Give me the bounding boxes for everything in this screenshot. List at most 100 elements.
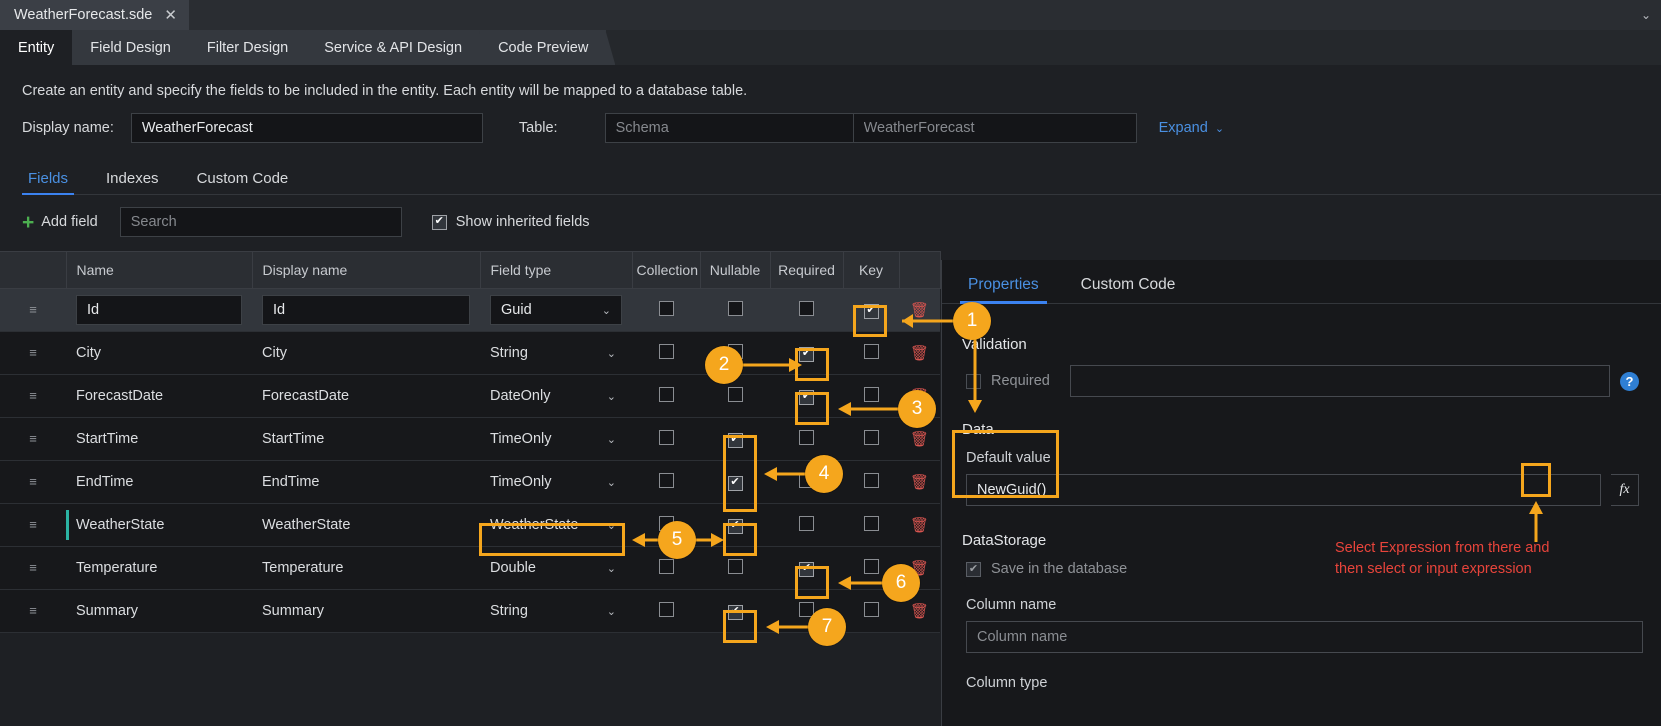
nullable-checkbox[interactable]	[727, 386, 743, 402]
table-row[interactable]: ≡TemperatureTemperatureDouble⌄🗑	[0, 546, 940, 590]
field-name-input[interactable]	[76, 295, 242, 325]
tab-entity[interactable]: Entity	[0, 30, 82, 65]
tab-service-api-design[interactable]: Service & API Design	[306, 30, 490, 65]
tab-field-design[interactable]: Field Design	[72, 30, 198, 65]
trash-icon[interactable]: 🗑	[910, 302, 929, 319]
show-inherited-fields-toggle[interactable]: Show inherited fields	[431, 214, 590, 230]
field-type-select[interactable]: Double ⌄	[490, 560, 622, 576]
collection-checkbox[interactable]	[658, 386, 674, 402]
drag-handle-icon[interactable]: ≡	[0, 561, 66, 575]
table-row[interactable]: ≡ForecastDateForecastDateDateOnly⌄🗑	[0, 374, 940, 418]
expand-button[interactable]: Expand ⌄	[1159, 120, 1225, 136]
drag-handle-icon[interactable]: ≡	[0, 432, 66, 446]
help-icon[interactable]: ?	[1620, 371, 1639, 391]
collection-checkbox[interactable]	[658, 558, 674, 574]
trash-icon[interactable]: 🗑	[910, 345, 929, 362]
key-checkbox[interactable]	[863, 515, 879, 531]
field-type-select[interactable]: WeatherState ⌄	[490, 517, 622, 533]
table-row[interactable]: ≡ WeatherState WeatherState WeatherState ⌄ 🗑	[0, 503, 940, 547]
subtab-custom-code[interactable]: Custom Code	[191, 170, 295, 194]
field-type-select[interactable]: TimeOnly ⌄	[490, 474, 622, 490]
drag-handle-icon[interactable]: ≡	[0, 475, 66, 489]
col-collection[interactable]: Collection	[632, 251, 701, 289]
nullable-checkbox[interactable]	[727, 300, 743, 316]
column-name-input[interactable]	[966, 621, 1643, 653]
drag-handle-icon[interactable]: ≡	[0, 389, 66, 403]
table-row[interactable]: ≡ Summary Summary String ⌄ 🗑	[0, 589, 940, 633]
display-name-input[interactable]	[130, 113, 483, 143]
collection-checkbox[interactable]	[658, 343, 674, 359]
chevron-down-icon[interactable]: ⌄	[607, 605, 616, 618]
nullable-checkbox[interactable]	[727, 604, 743, 620]
key-checkbox[interactable]	[863, 343, 879, 359]
field-type-select[interactable]: Guid ⌄	[490, 295, 622, 325]
col-required[interactable]: Required	[770, 251, 844, 289]
required-checkbox[interactable]	[799, 561, 814, 577]
col-display-name[interactable]: Display name	[252, 251, 481, 289]
schema-input[interactable]	[604, 113, 853, 143]
field-type-select[interactable]: TimeOnly ⌄	[490, 431, 622, 447]
collection-checkbox[interactable]	[658, 472, 674, 488]
drag-handle-icon[interactable]: ≡	[0, 303, 66, 317]
collection-checkbox[interactable]	[658, 601, 674, 617]
required-checkbox[interactable]	[799, 300, 814, 316]
nullable-checkbox[interactable]	[727, 518, 743, 534]
tab-custom-code[interactable]: Custom Code	[1075, 276, 1182, 303]
close-icon[interactable]: ✕	[164, 8, 177, 23]
table-row[interactable]: ≡ Guid ⌄ 🗑	[0, 288, 940, 332]
key-checkbox[interactable]	[863, 303, 879, 319]
required-checkbox[interactable]	[799, 429, 814, 445]
col-nullable[interactable]: Nullable	[700, 251, 771, 289]
trash-icon[interactable]: 🗑	[910, 517, 929, 534]
chevron-down-icon[interactable]: ⌄	[607, 476, 616, 489]
checkbox-icon[interactable]	[431, 214, 447, 230]
chevron-down-icon[interactable]: ⌄	[607, 433, 616, 446]
trash-icon[interactable]: 🗑	[910, 431, 929, 448]
nullable-checkbox[interactable]	[727, 475, 743, 491]
table-row[interactable]: ≡ City City String ⌄ 🗑	[0, 331, 940, 375]
chevron-down-icon[interactable]: ⌄	[607, 347, 616, 360]
drag-handle-icon[interactable]: ≡	[0, 604, 66, 618]
table-row[interactable]: ≡ StartTime StartTime TimeOnly ⌄ 🗑	[0, 417, 940, 461]
required-checkbox[interactable]	[966, 373, 981, 389]
col-name[interactable]: Name	[66, 251, 253, 289]
key-checkbox[interactable]	[863, 601, 879, 617]
save-in-database-checkbox[interactable]	[966, 561, 981, 577]
trash-icon[interactable]: 🗑	[910, 603, 929, 620]
tab-code-preview[interactable]: Code Preview	[480, 30, 616, 65]
nullable-checkbox[interactable]	[727, 432, 743, 448]
search-input[interactable]	[119, 207, 402, 237]
nullable-checkbox[interactable]	[727, 558, 743, 574]
key-checkbox[interactable]	[863, 472, 879, 488]
document-tab-weatherforecast[interactable]: WeatherForecast.sde ✕	[0, 0, 189, 30]
required-checkbox[interactable]	[799, 515, 814, 531]
default-value-input[interactable]	[966, 474, 1601, 506]
drag-handle-icon[interactable]: ≡	[0, 518, 66, 532]
field-display-name-input[interactable]	[262, 295, 470, 325]
subtab-fields[interactable]: Fields	[22, 170, 75, 195]
chevron-down-icon[interactable]: ⌄	[602, 304, 611, 317]
tab-filter-design[interactable]: Filter Design	[188, 30, 316, 65]
chevron-down-icon[interactable]: ⌄	[607, 390, 616, 403]
collection-checkbox[interactable]	[658, 300, 674, 316]
trash-icon[interactable]: 🗑	[910, 474, 929, 491]
tab-properties[interactable]: Properties	[960, 276, 1047, 304]
field-type-select[interactable]: String ⌄	[490, 345, 622, 361]
key-checkbox[interactable]	[863, 558, 879, 574]
field-type-select[interactable]: DateOnly ⌄	[490, 388, 622, 404]
expression-fx-button[interactable]: fx	[1611, 474, 1639, 506]
chevron-down-icon[interactable]: ⌄	[607, 519, 616, 532]
collection-checkbox[interactable]	[658, 429, 674, 445]
col-key[interactable]: Key	[843, 251, 900, 289]
chevron-down-icon[interactable]: ⌄	[607, 562, 616, 575]
required-checkbox[interactable]	[799, 346, 814, 362]
subtab-indexes[interactable]: Indexes	[100, 170, 165, 194]
table-name-input[interactable]	[852, 113, 1137, 143]
col-field-type[interactable]: Field type	[480, 251, 633, 289]
table-row[interactable]: ≡ EndTime EndTime TimeOnly ⌄ 🗑	[0, 460, 940, 504]
key-checkbox[interactable]	[863, 429, 879, 445]
required-message-input[interactable]	[1069, 365, 1610, 397]
required-checkbox[interactable]	[799, 389, 814, 405]
chevron-down-icon[interactable]: ⌄	[1641, 0, 1651, 30]
add-field-button[interactable]: + Add field	[22, 212, 98, 233]
